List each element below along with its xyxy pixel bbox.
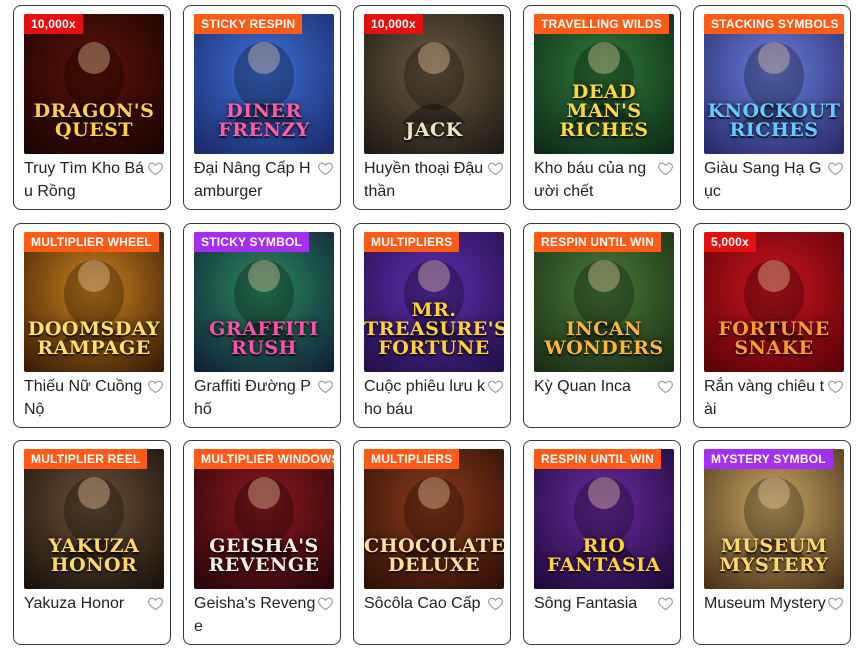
graffiti-artwork bbox=[194, 232, 334, 372]
game-thumbnail[interactable]: MULTIPLIER REEL YAKUZA HONOR bbox=[24, 449, 164, 589]
game-thumbnail[interactable]: STACKING SYMBOLS KNOCKOUT RICHES bbox=[704, 14, 844, 154]
game-card[interactable]: MYSTERY SYMBOL MUSEUM MYSTERY Museum Myste… bbox=[693, 440, 851, 645]
game-thumbnail[interactable]: MYSTERY SYMBOL MUSEUM MYSTERY bbox=[704, 449, 844, 589]
skull-artwork bbox=[534, 14, 674, 154]
game-title[interactable]: Giàu Sang Hạ Gục bbox=[704, 157, 826, 203]
favorite-heart-icon[interactable] bbox=[487, 160, 504, 177]
game-card[interactable]: MULTIPLIER REEL YAKUZA HONOR Yakuza Honor bbox=[13, 440, 171, 645]
snake-artwork bbox=[704, 232, 844, 372]
game-card[interactable]: STACKING SYMBOLS KNOCKOUT RICHES Giàu Sang… bbox=[693, 5, 851, 210]
game-thumbnail[interactable]: TRAVELLING WILDS DEAD MAN'S RICHES bbox=[534, 14, 674, 154]
game-card[interactable]: RESPIN UNTIL WIN INCAN WONDERS Kỳ Quan Inc… bbox=[523, 223, 681, 428]
giant-artwork bbox=[364, 14, 504, 154]
favorite-heart-icon[interactable] bbox=[147, 160, 164, 177]
feature-badge: RESPIN UNTIL WIN bbox=[534, 232, 661, 252]
favorite-heart-icon[interactable] bbox=[147, 595, 164, 612]
feature-badge: MULTIPLIERS bbox=[364, 449, 460, 469]
feature-badge: 10,000x bbox=[24, 14, 83, 34]
boxer-artwork bbox=[704, 14, 844, 154]
favorite-heart-icon[interactable] bbox=[657, 160, 674, 177]
favorite-heart-icon[interactable] bbox=[657, 378, 674, 395]
geisha-artwork bbox=[194, 449, 334, 589]
feature-badge: 5,000x bbox=[704, 232, 756, 252]
favorite-heart-icon[interactable] bbox=[317, 378, 334, 395]
game-thumbnail[interactable]: MULTIPLIER WINDOWS GEISHA'S REVENGE bbox=[194, 449, 334, 589]
warrior-artwork bbox=[24, 232, 164, 372]
yakuza-artwork bbox=[24, 449, 164, 589]
feature-badge: MYSTERY SYMBOL bbox=[704, 449, 833, 469]
chocolate-artwork bbox=[364, 449, 504, 589]
game-thumbnail[interactable]: 5,000x FORTUNE SNAKE bbox=[704, 232, 844, 372]
game-title[interactable]: Kho báu của người chết bbox=[534, 157, 656, 203]
game-title[interactable]: Cuộc phiêu lưu kho báu bbox=[364, 375, 486, 421]
dragon-artwork bbox=[24, 14, 164, 154]
game-thumbnail[interactable]: MULTIPLIERS CHOCOLATE DELUXE bbox=[364, 449, 504, 589]
favorite-heart-icon[interactable] bbox=[827, 595, 844, 612]
favorite-heart-icon[interactable] bbox=[827, 160, 844, 177]
game-title[interactable]: Geisha's Revenge bbox=[194, 592, 316, 638]
feature-badge: STACKING SYMBOLS bbox=[704, 14, 844, 34]
game-thumbnail[interactable]: 10,000x DRAGON'S QUEST bbox=[24, 14, 164, 154]
feature-badge: TRAVELLING WILDS bbox=[534, 14, 669, 34]
game-thumbnail[interactable]: STICKY SYMBOL GRAFFITI RUSH bbox=[194, 232, 334, 372]
game-title[interactable]: Sôcôla Cao Cấp bbox=[364, 592, 486, 615]
game-title[interactable]: Thiếu Nữ Cuồng Nộ bbox=[24, 375, 146, 421]
robot-artwork bbox=[364, 232, 504, 372]
game-grid: 10,000x DRAGON'S QUEST Truy Tìm Kho Báu Rồ… bbox=[0, 0, 866, 654]
feature-badge: RESPIN UNTIL WIN bbox=[534, 449, 661, 469]
game-card[interactable]: MULTIPLIER WHEEL DOOMSDAY RAMPAGE Thiếu Nữ… bbox=[13, 223, 171, 428]
favorite-heart-icon[interactable] bbox=[317, 595, 334, 612]
museum-artwork bbox=[704, 449, 844, 589]
feature-badge: STICKY RESPIN bbox=[194, 14, 303, 34]
feature-badge: MULTIPLIER WHEEL bbox=[24, 232, 159, 252]
feature-badge: MULTIPLIERS bbox=[364, 232, 460, 252]
feature-badge: MULTIPLIER WINDOWS bbox=[194, 449, 334, 469]
feature-badge: STICKY SYMBOL bbox=[194, 232, 310, 252]
diner-artwork bbox=[194, 14, 334, 154]
game-title[interactable]: Huyền thoại Đậu thần bbox=[364, 157, 486, 203]
game-thumbnail[interactable]: MULTIPLIERS MR. TREASURE'S FORTUNE bbox=[364, 232, 504, 372]
game-card[interactable]: 10,000x DRAGON'S QUEST Truy Tìm Kho Báu Rồ… bbox=[13, 5, 171, 210]
game-card[interactable]: MULTIPLIERS MR. TREASURE'S FORTUNE Cuộc ph… bbox=[353, 223, 511, 428]
favorite-heart-icon[interactable] bbox=[317, 160, 334, 177]
feature-badge: 10,000x bbox=[364, 14, 423, 34]
samba-artwork bbox=[534, 449, 674, 589]
game-title[interactable]: Museum Mystery bbox=[704, 592, 826, 615]
game-card[interactable]: MULTIPLIERS CHOCOLATE DELUXE Sôcôla Cao Cấ… bbox=[353, 440, 511, 645]
game-card[interactable]: TRAVELLING WILDS DEAD MAN'S RICHES Kho báu… bbox=[523, 5, 681, 210]
game-title[interactable]: Rắn vàng chiêu tài bbox=[704, 375, 826, 421]
game-card[interactable]: STICKY RESPIN DINER FRENZY Đại Nâng Cấp Ha… bbox=[183, 5, 341, 210]
favorite-heart-icon[interactable] bbox=[487, 595, 504, 612]
feature-badge: MULTIPLIER REEL bbox=[24, 449, 148, 469]
game-title[interactable]: Sông Fantasia bbox=[534, 592, 656, 615]
game-thumbnail[interactable]: RESPIN UNTIL WIN INCAN WONDERS bbox=[534, 232, 674, 372]
game-title[interactable]: Truy Tìm Kho Báu Rồng bbox=[24, 157, 146, 203]
favorite-heart-icon[interactable] bbox=[827, 378, 844, 395]
game-title[interactable]: Kỳ Quan Inca bbox=[534, 375, 656, 398]
game-card[interactable]: 10,000x JACK Huyền thoại Đậu thần bbox=[353, 5, 511, 210]
game-card[interactable]: 5,000x FORTUNE SNAKE Rắn vàng chiêu tài bbox=[693, 223, 851, 428]
favorite-heart-icon[interactable] bbox=[657, 595, 674, 612]
favorite-heart-icon[interactable] bbox=[147, 378, 164, 395]
game-title[interactable]: Yakuza Honor bbox=[24, 592, 146, 615]
game-thumbnail[interactable]: 10,000x JACK bbox=[364, 14, 504, 154]
game-card[interactable]: MULTIPLIER WINDOWS GEISHA'S REVENGE Geisha… bbox=[183, 440, 341, 645]
game-thumbnail[interactable]: STICKY RESPIN DINER FRENZY bbox=[194, 14, 334, 154]
game-title[interactable]: Đại Nâng Cấp Hamburger bbox=[194, 157, 316, 203]
game-card[interactable]: RESPIN UNTIL WIN RIO FANTASIA Sông Fantasi… bbox=[523, 440, 681, 645]
game-thumbnail[interactable]: RESPIN UNTIL WIN RIO FANTASIA bbox=[534, 449, 674, 589]
temple-artwork bbox=[534, 232, 674, 372]
game-card[interactable]: STICKY SYMBOL GRAFFITI RUSH Graffiti Đường… bbox=[183, 223, 341, 428]
game-title[interactable]: Graffiti Đường Phố bbox=[194, 375, 316, 421]
game-thumbnail[interactable]: MULTIPLIER WHEEL DOOMSDAY RAMPAGE bbox=[24, 232, 164, 372]
favorite-heart-icon[interactable] bbox=[487, 378, 504, 395]
